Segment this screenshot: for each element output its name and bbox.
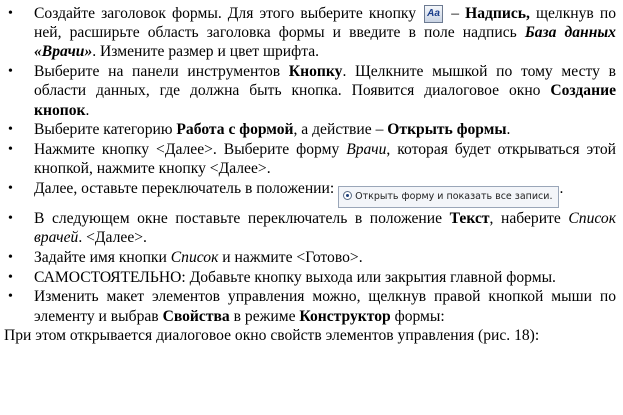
label-tool-icon-glyph: Aa <box>427 8 440 19</box>
text-run: – <box>445 5 466 22</box>
emphasized-text: Свойства <box>162 307 230 325</box>
text-run: формы: <box>390 307 445 325</box>
text-run: . <box>506 121 511 139</box>
emphasized-text: Врачи <box>346 141 387 159</box>
text-run: и нажмите <Готово>. <box>218 248 363 266</box>
list-item: • САМОСТОЯТЕЛЬНО: Добавьте кнопку выхода … <box>4 268 616 287</box>
text-run: . <box>559 180 564 198</box>
text-run: Выберите категорию <box>34 121 177 139</box>
list-item: • Нажмите кнопку <Далее>. Выберите форму … <box>4 140 616 178</box>
text-run: в режиме <box>229 307 300 325</box>
emphasized-text: Работа с формой <box>176 121 294 139</box>
emphasized-text: Надпись, <box>465 5 530 22</box>
text-run: Выберите на панели инструментов <box>34 63 289 81</box>
bullet-marker: • <box>8 64 13 80</box>
document-body: • Создайте заголовок формы. Для этого выб… <box>4 4 616 346</box>
emphasized-text: Кнопку <box>288 63 343 81</box>
label-tool-icon: Aa <box>424 5 444 23</box>
list-item: • Далее, оставьте переключатель в положен… <box>4 179 616 209</box>
bullet-marker: • <box>8 142 13 158</box>
bullet-marker: • <box>8 181 13 197</box>
bullet-marker: • <box>8 249 13 265</box>
text-run: . <box>85 101 90 119</box>
final-paragraph: При этом открывается диалоговое окно сво… <box>4 327 540 345</box>
text-run: . <Далее>. <box>78 229 147 246</box>
text-run: , наберите <box>489 209 569 227</box>
emphasized-text: Список <box>170 248 219 266</box>
bullet-marker: • <box>8 210 13 226</box>
text-run: Создайте заголовок формы. Для этого выбе… <box>34 5 423 22</box>
bullet-marker: • <box>8 289 13 305</box>
text-run: , а действие – <box>293 121 388 139</box>
list-item: • Создайте заголовок формы. Для этого выб… <box>4 4 616 62</box>
text-run: САМОСТОЯТЕЛЬНО: Добавьте кнопку выхода и… <box>34 268 556 286</box>
list-item: • Выберите категорию Работа с формой, а д… <box>4 120 616 139</box>
emphasized-text: Открыть формы <box>387 121 507 139</box>
bullet-marker: • <box>8 6 13 21</box>
list-item: • Выберите на панели инструментов Кнопку.… <box>4 62 616 120</box>
text-run: Нажмите кнопку <Далее>. Выберите форму <box>34 141 347 159</box>
list-item: • Изменить макет элементов управления мож… <box>4 287 616 325</box>
bullet-marker: • <box>8 269 13 285</box>
instruction-list: • Создайте заголовок формы. Для этого выб… <box>4 4 616 326</box>
text-run: В следующем окне поставьте переключатель… <box>34 209 450 227</box>
emphasized-text: Текст <box>449 209 490 227</box>
emphasized-text: Конструктор <box>299 307 391 325</box>
radio-option-snippet: Открыть форму и показать все записи. <box>338 186 560 209</box>
radio-selected-icon <box>343 191 353 201</box>
text-run: Далее, оставьте переключатель в положени… <box>34 180 339 198</box>
radio-option-label: Открыть форму и показать все записи. <box>355 191 553 203</box>
text-run: Задайте имя кнопки <box>34 248 171 266</box>
text-run: . Измените размер и цвет шрифта. <box>92 43 320 61</box>
list-item: • Задайте имя кнопки Список и нажмите <Го… <box>4 248 616 267</box>
list-item: • В следующем окне поставьте переключател… <box>4 209 616 247</box>
bullet-marker: • <box>8 122 13 138</box>
